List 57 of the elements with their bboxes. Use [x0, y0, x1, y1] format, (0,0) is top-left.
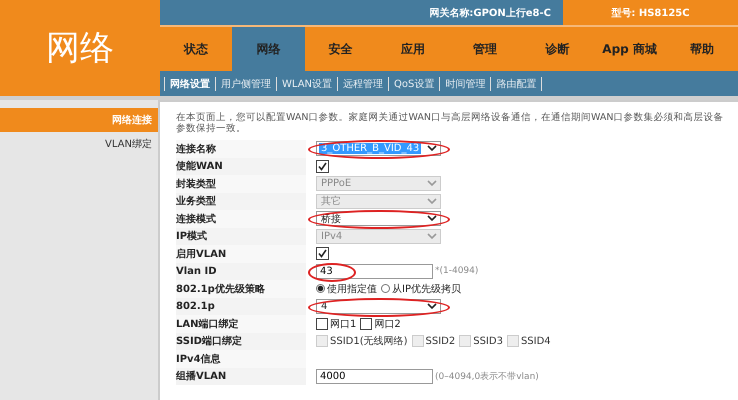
subnav-link[interactable]: 时间管理: [439, 76, 490, 90]
nav-tab[interactable]: 管理: [449, 27, 522, 71]
nav-tab[interactable]: 状态: [160, 27, 232, 71]
radio-button[interactable]: [316, 284, 325, 294]
field-label: 使能WAN: [176, 158, 306, 175]
field-label: IPv4信息: [176, 350, 306, 368]
option-label: SSID3: [473, 336, 503, 347]
field-label: IP模式: [176, 228, 306, 245]
input-field[interactable]: 43: [316, 264, 433, 279]
field-label: 组播VLAN: [176, 368, 306, 385]
field-hint: (0–4094,0表示不带vlan): [435, 370, 539, 383]
dropdown[interactable]: 桥接: [316, 211, 441, 226]
field-label: 连接模式: [176, 210, 306, 228]
chevron-down-icon: [427, 302, 437, 310]
input-field[interactable]: 4000: [316, 368, 433, 384]
model-label: 型号: HS8125C: [563, 0, 738, 25]
option-label: 网口1: [330, 318, 356, 331]
subnav-link[interactable]: 用户侧管理: [215, 76, 276, 90]
checkbox[interactable]: [316, 318, 328, 330]
checkbox[interactable]: [360, 318, 372, 330]
subnav-link[interactable]: QoS设置: [388, 76, 440, 90]
nav-tab[interactable]: 帮助: [666, 27, 738, 71]
intro-text: 在本页面上，您可以配置WAN口参数。家庭网关通过WAN口与高层网络设备通信，在通信期间WAN口参数集必须和高层设备参数保持一致。: [176, 112, 724, 134]
field-label: 802.1p: [176, 298, 306, 315]
dropdown[interactable]: 3_OTHER_B_VID_43: [316, 141, 441, 156]
field-label: 启用VLAN: [176, 245, 306, 262]
sidebar-item[interactable]: 网络连接: [0, 108, 158, 132]
subnav-link[interactable]: 网络设置: [164, 76, 215, 90]
field-label: 封装类型: [176, 175, 306, 192]
gateway-name: 网关名称:GPON上行e8-C: [429, 6, 552, 20]
radio-button[interactable]: [381, 284, 390, 294]
checkbox[interactable]: [316, 247, 329, 260]
nav-tab[interactable]: 诊断: [521, 27, 594, 71]
field-hint: *(1-4094): [435, 266, 478, 276]
option-label: SSID1(无线网络): [330, 334, 408, 348]
subnav-link[interactable]: WLAN设置: [276, 76, 338, 90]
page-title: 网络: [0, 0, 160, 96]
nav-tab[interactable]: App 商城: [594, 27, 666, 71]
field-label: Vlan ID: [176, 262, 306, 280]
checkbox[interactable]: [316, 160, 329, 173]
subnav-link[interactable]: 远程管理: [337, 76, 388, 90]
chevron-down-icon: [427, 145, 437, 152]
field-label: 连接名称: [176, 140, 306, 158]
nav-tab[interactable]: 网络: [232, 27, 304, 71]
sidebar-item[interactable]: VLAN绑定: [0, 132, 158, 156]
option-label: 从IP优先级拷贝: [392, 282, 461, 296]
subnav-link[interactable]: 路由配置: [490, 76, 542, 90]
nav-tab[interactable]: 安全: [304, 27, 377, 71]
option-label: SSID2: [426, 336, 456, 347]
field-label: LAN端口绑定: [176, 315, 306, 332]
option-label: 使用指定值: [327, 282, 377, 296]
nav-tab[interactable]: 应用: [376, 27, 449, 71]
option-label: SSID4: [520, 336, 551, 347]
field-label: 802.1p优先级策略: [176, 280, 306, 298]
option-label: 网口2: [374, 318, 401, 331]
field-label: SSID端口绑定: [176, 332, 306, 350]
field-label: 业务类型: [176, 192, 306, 210]
